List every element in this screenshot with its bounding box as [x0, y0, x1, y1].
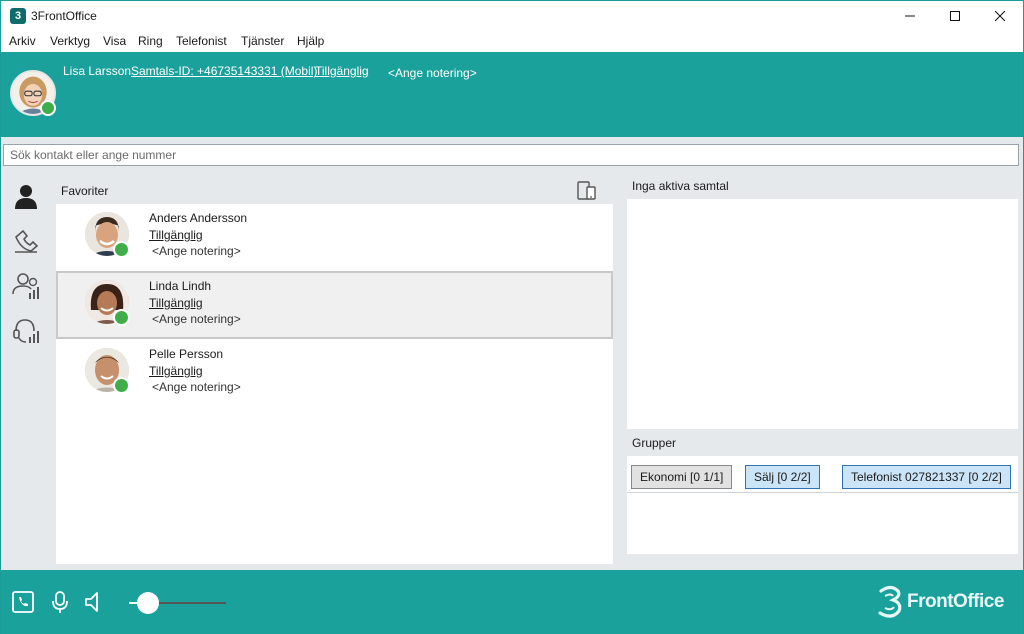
- close-button[interactable]: [977, 1, 1023, 31]
- call-id-link[interactable]: Samtals-ID: +46735143331 (Mobil): [131, 64, 317, 78]
- groups-panel: Grupper Ekonomi [0 1/1] Sälj [0 2/2] Tel…: [626, 429, 1018, 564]
- favorites-panel: Favoriter Anders Andersson Tillgänglig <…: [56, 176, 613, 564]
- favorites-list: Anders Andersson Tillgänglig <Ange noter…: [56, 204, 613, 564]
- active-calls-panel: Inga aktiva samtal: [626, 171, 1018, 429]
- speaker-icon: [85, 592, 98, 612]
- title-bar: 3 3FrontOffice: [1, 1, 1023, 31]
- menu-tjanster[interactable]: Tjänster: [241, 34, 284, 48]
- user-header: Lisa Larsson Samtals-ID: +46735143331 (M…: [1, 52, 1023, 137]
- brand-logo: FrontOffice: [876, 584, 1004, 620]
- groups-divider: [627, 492, 1018, 493]
- contact-name: Linda Lindh: [149, 279, 212, 293]
- contact-card-pelle[interactable]: Pelle Persson Tillgänglig <Ange notering…: [56, 340, 613, 408]
- contact-status-link[interactable]: Tillgänglig: [149, 364, 203, 378]
- group-button-ekonomi[interactable]: Ekonomi [0 1/1]: [631, 465, 733, 489]
- microphone-button[interactable]: [47, 589, 73, 615]
- handset-icon: [15, 229, 39, 253]
- contact-status-indicator: [113, 241, 130, 258]
- groups-list: Ekonomi [0 1/1] Sälj [0 2/2] Telefonist …: [627, 455, 1018, 554]
- contact-card-linda[interactable]: Linda Lindh Tillgänglig <Ange notering>: [56, 271, 613, 339]
- speaker-button[interactable]: [82, 589, 108, 615]
- nav-groups[interactable]: [11, 271, 41, 301]
- headset-stats-icon: [13, 319, 39, 343]
- user-note[interactable]: <Ange notering>: [388, 66, 477, 80]
- user-status-indicator: [40, 100, 56, 116]
- app-window: 3 3FrontOffice Arkiv Verktyg Visa Ring T…: [0, 0, 1024, 634]
- three-logo-icon: [878, 585, 902, 618]
- app-logo-icon: 3: [10, 8, 26, 24]
- contact-note[interactable]: <Ange notering>: [152, 312, 241, 326]
- contact-status-indicator: [113, 309, 130, 326]
- maximize-button[interactable]: [932, 1, 978, 31]
- menu-hjalp[interactable]: Hjälp: [297, 34, 324, 48]
- phone-screen-icon: [12, 591, 34, 613]
- group-stats-icon: [12, 273, 39, 299]
- favorites-header: Favoriter: [56, 176, 613, 204]
- brand-name: FrontOffice: [907, 591, 1004, 612]
- menu-visa[interactable]: Visa: [103, 34, 126, 48]
- contact-name: Pelle Persson: [149, 347, 224, 361]
- nav-contacts[interactable]: [11, 181, 41, 211]
- contact-status-indicator: [113, 377, 130, 394]
- nav-queue-stats[interactable]: [11, 315, 41, 345]
- minimize-icon: [905, 15, 915, 17]
- devices-toggle-button[interactable]: [576, 180, 598, 202]
- softphone-button[interactable]: [10, 589, 36, 615]
- person-icon: [15, 185, 37, 209]
- contact-card-anders[interactable]: Anders Andersson Tillgänglig <Ange noter…: [56, 204, 613, 272]
- side-nav: [1, 171, 51, 570]
- minimize-button[interactable]: [887, 1, 933, 31]
- maximize-icon: [950, 11, 960, 21]
- active-calls-list: [627, 199, 1018, 429]
- devices-icon: [577, 181, 596, 200]
- group-button-telefonist[interactable]: Telefonist 027821337 [0 2/2]: [842, 465, 1011, 489]
- user-status-link[interactable]: Tillgänglig: [315, 64, 369, 78]
- menu-bar: Arkiv Verktyg Visa Ring Telefonist Tjäns…: [1, 31, 1023, 52]
- close-icon: [995, 11, 1005, 21]
- contact-status-link[interactable]: Tillgänglig: [149, 296, 203, 310]
- contact-name: Anders Andersson: [149, 211, 248, 225]
- menu-arkiv[interactable]: Arkiv: [9, 34, 36, 48]
- groups-title: Grupper: [632, 436, 677, 450]
- microphone-icon: [52, 591, 68, 613]
- favorites-title: Favoriter: [61, 184, 109, 198]
- volume-slider-thumb[interactable]: [137, 592, 160, 614]
- main-area: Favoriter Anders Andersson Tillgänglig <…: [1, 171, 1023, 570]
- search-bar: [1, 137, 1023, 171]
- window-title: 3FrontOffice: [31, 9, 97, 23]
- group-button-salj[interactable]: Sälj [0 2/2]: [745, 465, 820, 489]
- menu-telefonist[interactable]: Telefonist: [176, 34, 227, 48]
- user-name: Lisa Larsson: [63, 64, 132, 78]
- contact-status-link[interactable]: Tillgänglig: [149, 228, 203, 242]
- contact-note[interactable]: <Ange notering>: [152, 244, 241, 258]
- nav-handset[interactable]: [11, 225, 41, 255]
- contact-note[interactable]: <Ange notering>: [152, 380, 241, 394]
- menu-ring[interactable]: Ring: [138, 34, 163, 48]
- search-input[interactable]: [3, 144, 1019, 166]
- footer-bar: FrontOffice: [1, 570, 1023, 634]
- active-calls-title: Inga aktiva samtal: [632, 179, 729, 193]
- menu-verktyg[interactable]: Verktyg: [50, 34, 90, 48]
